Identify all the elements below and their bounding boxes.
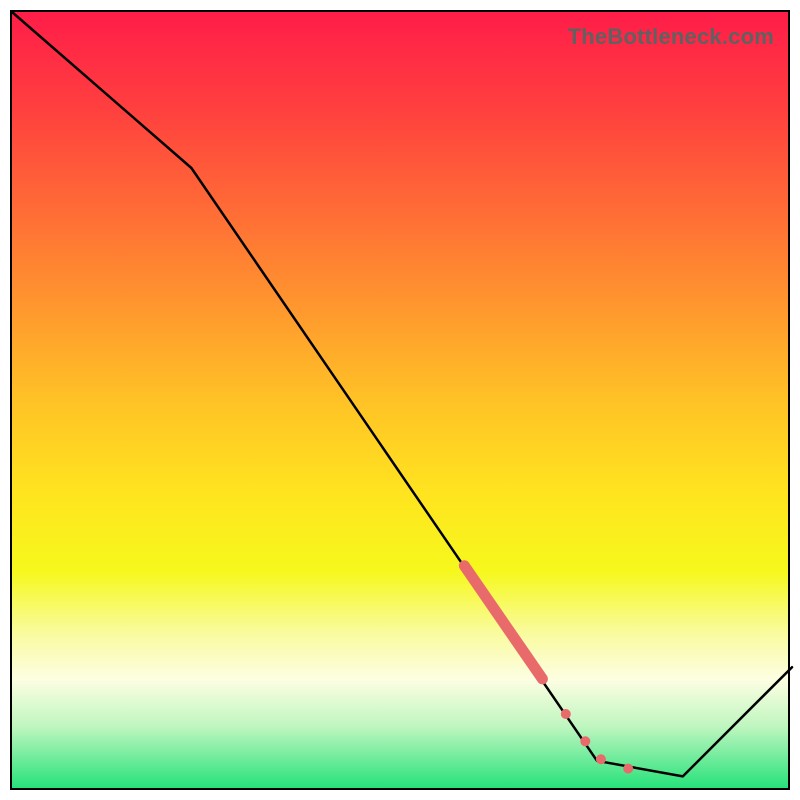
plot-area: TheBottleneck.com [10, 10, 790, 790]
data-marker [624, 764, 633, 773]
chart-stage: TheBottleneck.com [0, 0, 800, 800]
curve-overlay [12, 12, 792, 792]
data-marker [596, 755, 605, 764]
data-markers [561, 710, 632, 774]
bottleneck-curve [12, 12, 792, 776]
data-marker [581, 737, 590, 746]
data-marker [561, 710, 570, 719]
highlighted-segment [464, 566, 542, 679]
